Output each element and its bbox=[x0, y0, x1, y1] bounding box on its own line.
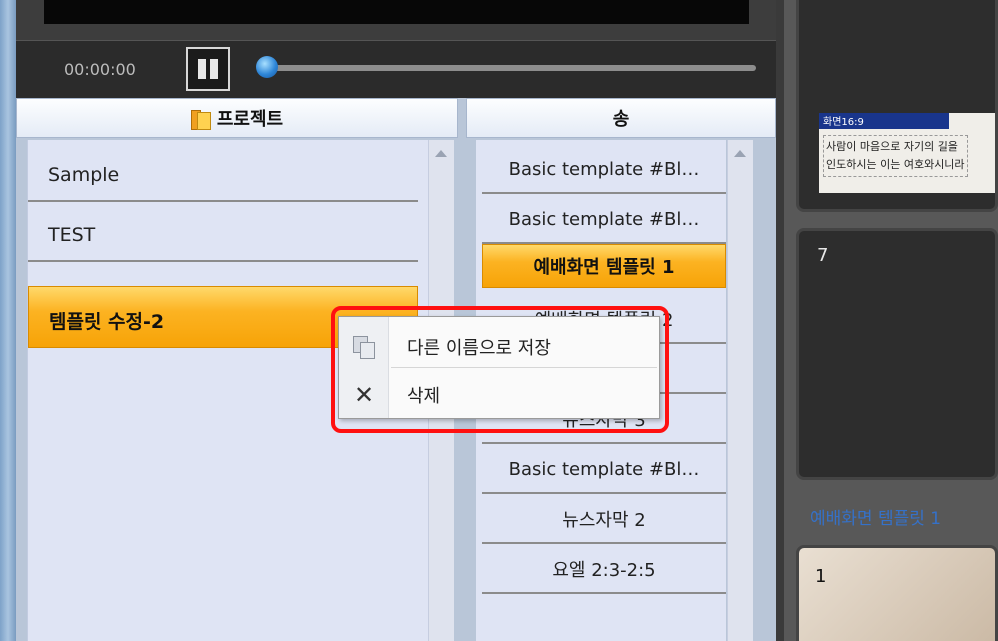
save-as-menu-item[interactable]: 다른 이름으로 저장 bbox=[339, 325, 659, 369]
delete-menu-item[interactable]: ✕ 삭제 bbox=[339, 373, 659, 417]
preview-frame bbox=[16, 0, 776, 40]
song-item-label: Basic template #Bl… bbox=[508, 158, 700, 180]
song-item-label: 예배화면 템플릿 1 bbox=[533, 257, 675, 278]
slide-image bbox=[799, 548, 995, 641]
slide-group-label: 예배화면 템플릿 1 bbox=[810, 509, 942, 529]
player-bar: 00:00:00 bbox=[16, 40, 776, 98]
seek-bar[interactable] bbox=[266, 65, 756, 71]
project-item-label: Sample bbox=[48, 164, 120, 186]
project-item[interactable]: TEST bbox=[28, 204, 418, 262]
song-item[interactable]: Basic template #Bl… bbox=[482, 144, 726, 194]
menu-separator bbox=[391, 367, 657, 368]
slide-thumbnail[interactable]: 7 bbox=[796, 228, 998, 480]
panel-divider[interactable] bbox=[776, 0, 784, 641]
song-item[interactable]: Basic template #Bl… bbox=[482, 444, 726, 494]
song-item-label: Basic template #Bl… bbox=[508, 208, 700, 230]
song-item[interactable]: 요엘 2:3-2:5 bbox=[482, 544, 726, 594]
song-scrollbar[interactable] bbox=[727, 140, 753, 641]
window-left-edge bbox=[0, 0, 16, 641]
delete-label: 삭제 bbox=[407, 386, 441, 407]
slide-badge: 화면16:9 bbox=[819, 113, 949, 129]
save-as-label: 다른 이름으로 저장 bbox=[407, 338, 551, 359]
song-column-header[interactable]: 송 bbox=[466, 98, 776, 138]
video-preview bbox=[44, 0, 749, 24]
song-item[interactable]: 뉴스자막 2 bbox=[482, 494, 726, 544]
delete-icon: ✕ bbox=[353, 381, 375, 409]
project-column-header[interactable]: 프로젝트 bbox=[16, 98, 458, 138]
song-header-label: 송 bbox=[612, 109, 630, 130]
time-display: 00:00:00 bbox=[64, 60, 136, 79]
project-item[interactable]: Sample bbox=[28, 144, 418, 202]
slide-thumbnail[interactable]: 1 bbox=[796, 545, 998, 641]
project-item-label: 템플릿 수정-2 bbox=[49, 311, 165, 333]
scroll-up-icon[interactable] bbox=[734, 150, 746, 157]
song-item-label: 요엘 2:3-2:5 bbox=[552, 560, 656, 581]
project-item-label: TEST bbox=[48, 224, 96, 246]
slide-text-line: 인도하시는 이는 여호와시니라 bbox=[826, 158, 965, 171]
song-item[interactable]: Basic template #Bl… bbox=[482, 194, 726, 244]
folder-icon bbox=[190, 108, 211, 130]
pause-button[interactable] bbox=[186, 47, 230, 91]
scroll-up-icon[interactable] bbox=[435, 150, 447, 157]
song-item-label: Basic template #Bl… bbox=[508, 458, 700, 480]
slide-preview-panel: 화면16:9 사람이 마음으로 자기의 길을 인도하시는 이는 여호와시니라 7… bbox=[776, 0, 998, 641]
slide-text-line: 사람이 마음으로 자기의 길을 bbox=[826, 140, 958, 153]
seek-handle[interactable] bbox=[256, 56, 278, 78]
slide-thumbnail[interactable]: 화면16:9 사람이 마음으로 자기의 길을 인도하시는 이는 여호와시니라 bbox=[796, 0, 998, 212]
project-header-label: 프로젝트 bbox=[216, 109, 284, 130]
context-menu: 다른 이름으로 저장 ✕ 삭제 bbox=[338, 316, 660, 419]
slide-text: 사람이 마음으로 자기의 길을 인도하시는 이는 여호와시니라 bbox=[823, 135, 968, 177]
song-item-label: 뉴스자막 2 bbox=[562, 510, 646, 531]
copy-icon bbox=[353, 336, 375, 359]
slide-number: 1 bbox=[815, 566, 827, 587]
slide-number: 7 bbox=[817, 245, 829, 266]
song-item-selected[interactable]: 예배화면 템플릿 1 bbox=[482, 244, 726, 288]
